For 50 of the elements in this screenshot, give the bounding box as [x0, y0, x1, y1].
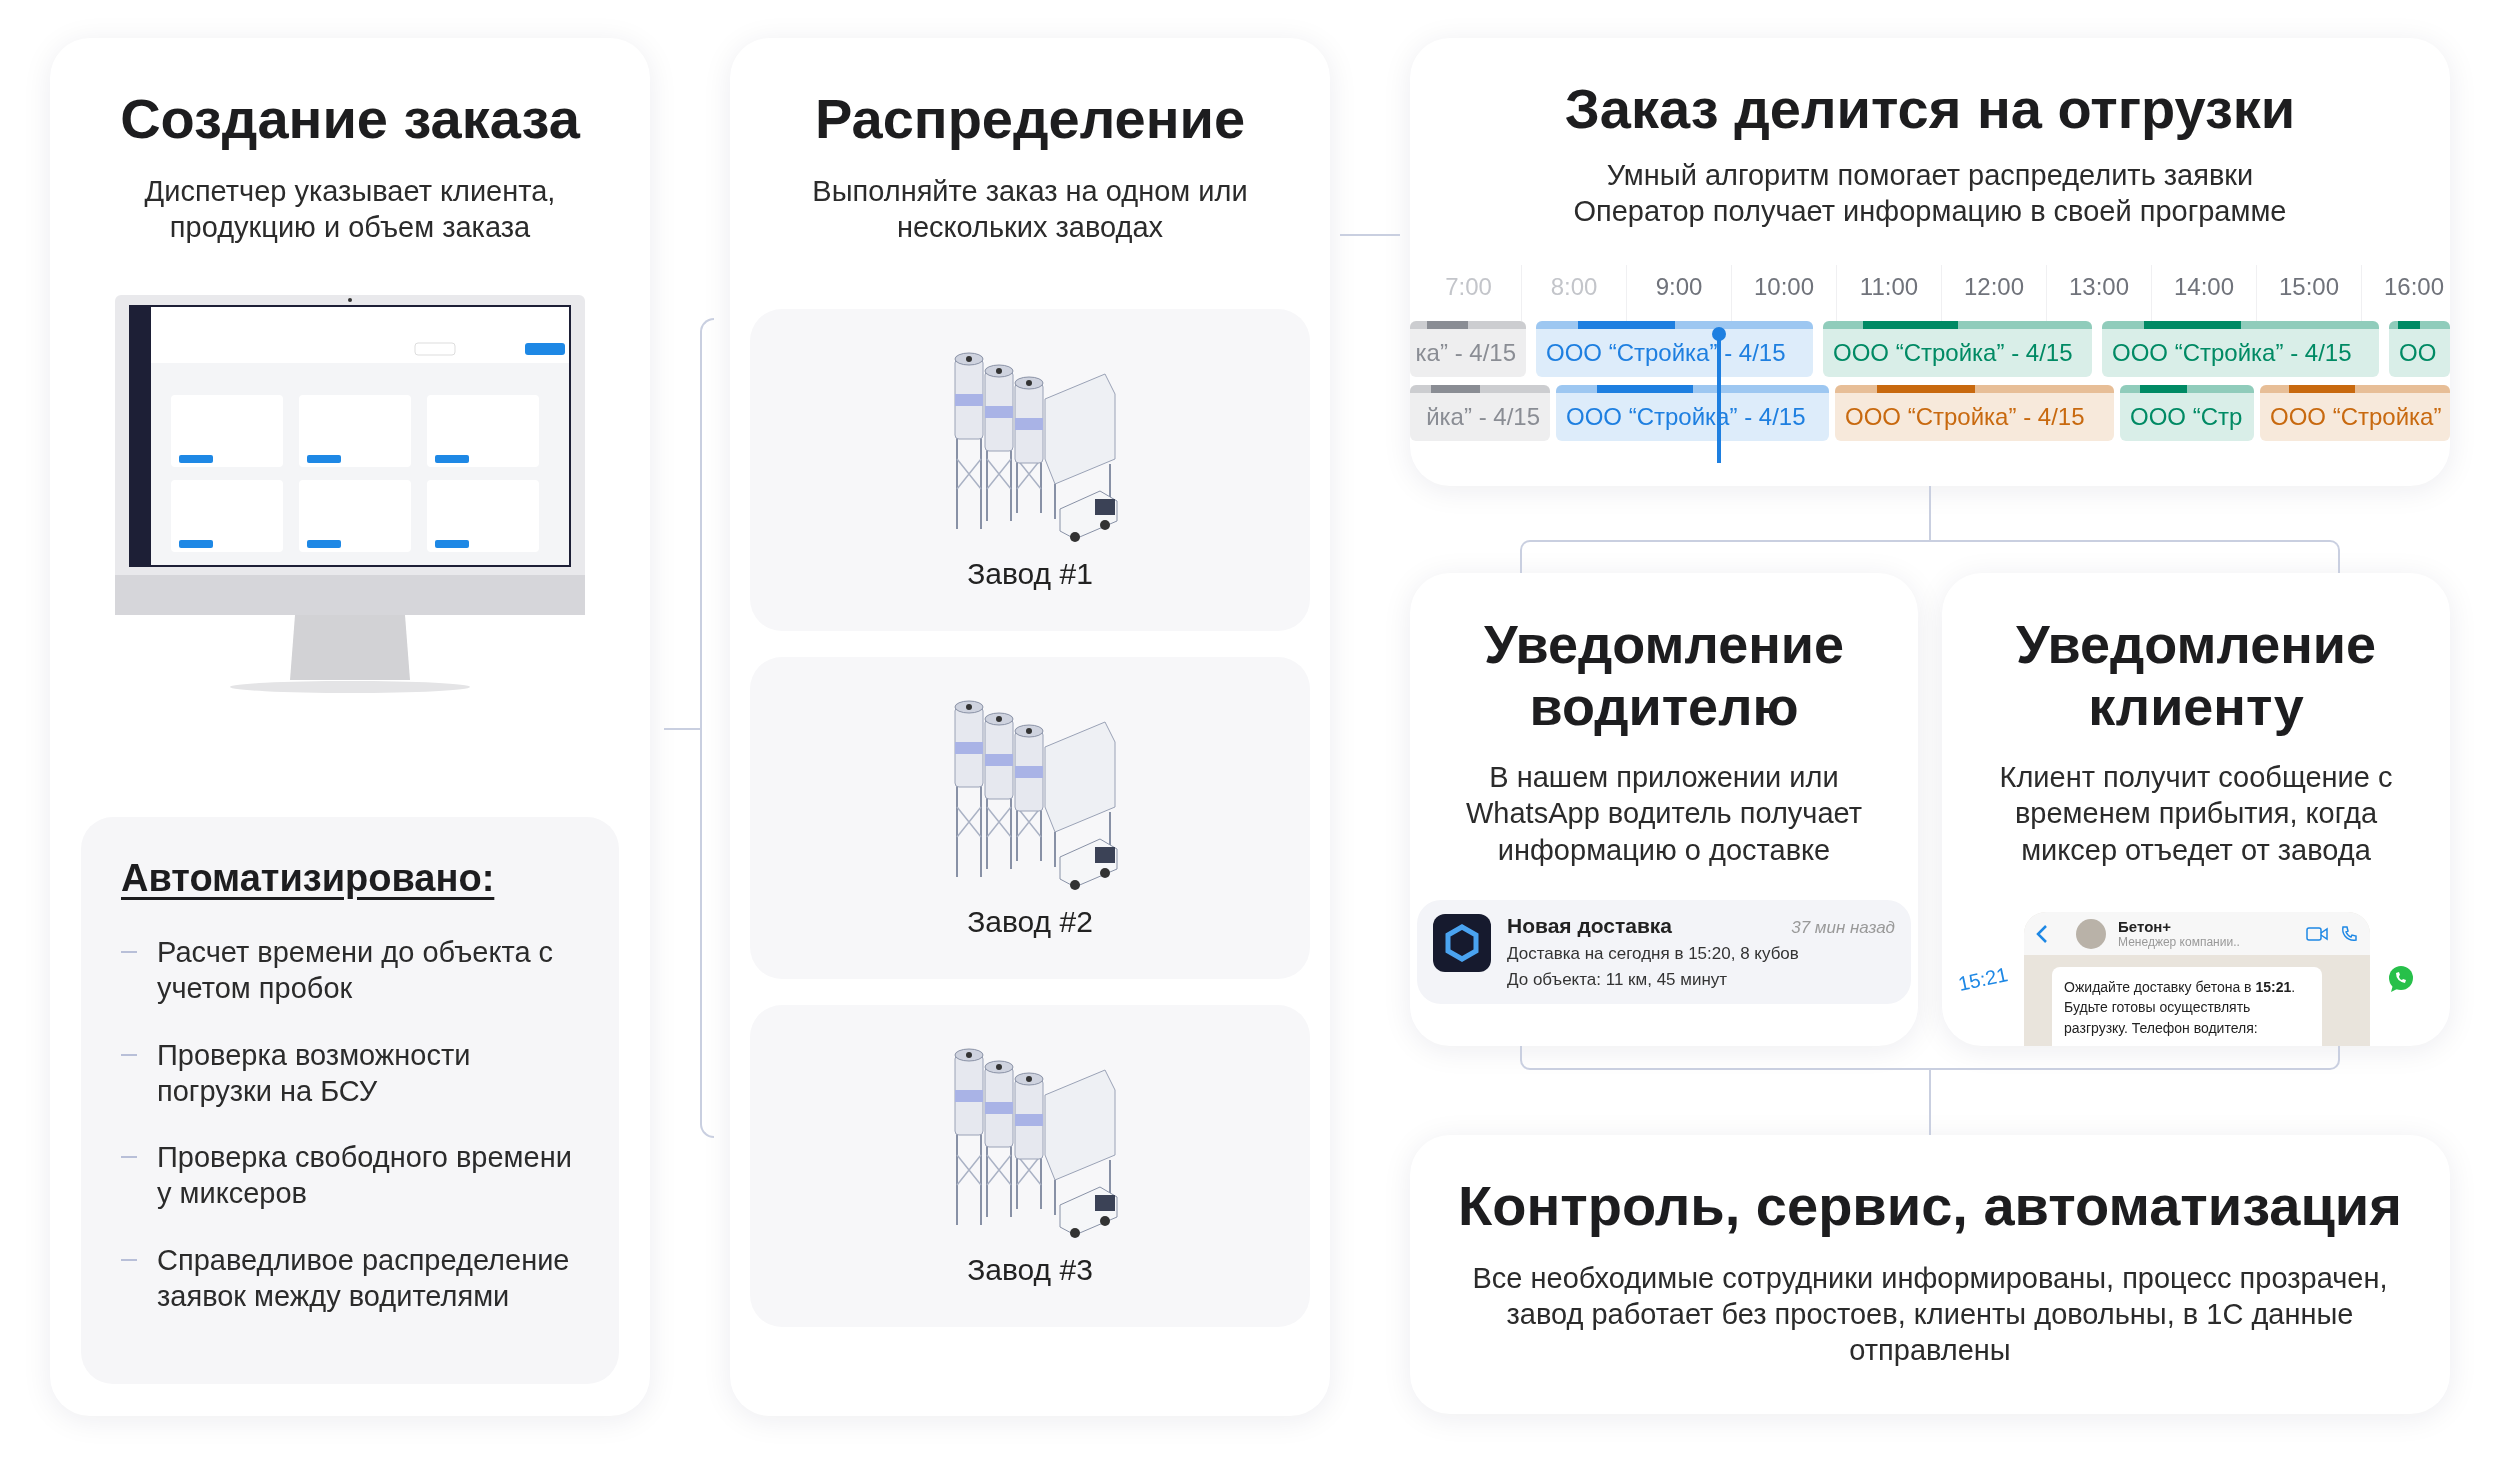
section-text: В нашем приложении или WhatsApp водитель получает информацию о доставке	[1464, 760, 1863, 868]
plant-label: Завод #1	[967, 557, 1093, 592]
list-item: Расчет времени до объекта с учетом пробок	[157, 935, 555, 1007]
section-subtitle: Умный алгоритм помогает распределить заявки	[1605, 157, 2255, 193]
connector-line	[1929, 486, 1931, 540]
contact-name: Бетон+	[2118, 918, 2173, 935]
section-title: Создание заказа	[120, 88, 580, 151]
plant-label: Завод #2	[967, 905, 1093, 940]
section-text: Клиент получит сообщение с временем прибытия, когда миксер отъедет от завода	[1998, 760, 2394, 868]
shipment-block[interactable]: ООО “Стр	[2120, 385, 2254, 442]
back-icon[interactable]	[2036, 923, 2049, 944]
section-subtitle: Выполняйте заказ на одном или нескольких заводах	[811, 173, 1249, 245]
connector-line	[1929, 1070, 1931, 1135]
hour-label: 7:00	[1444, 272, 1493, 303]
section-subtitle: Оператор получает информацию в своей программе	[1573, 193, 2287, 229]
shipment-block[interactable]: ООО “Стройка” - 4/15	[2102, 321, 2379, 378]
shipment-block[interactable]: ООО “Стройка” - 4/15	[1823, 321, 2092, 378]
chat-message: Ожидайте доставку бетона в 15:21. Будьте готовы осуществлять разгрузку. Телефон водителя:	[2052, 967, 2323, 1046]
list-item: Проверка возможности погрузки на БСУ	[157, 1037, 472, 1109]
shipment-block[interactable]: ООО “Стройка”	[2260, 385, 2450, 442]
section-title: Распределение	[814, 88, 1246, 151]
list-item: Проверка свободного времени у миксеров	[157, 1140, 573, 1212]
time-label: 15:21	[1956, 962, 2010, 996]
shipment-block[interactable]: йка” - 4/15	[1410, 385, 1550, 442]
section-title: Контроль, сервис, автоматизация	[1458, 1175, 2402, 1238]
shipment-block[interactable]: ка” - 4/15	[1410, 321, 1526, 378]
hour-label: 10:00	[1731, 265, 1836, 322]
panel-title: Автоматизировано:	[121, 857, 496, 900]
section-text: Все необходимые сотрудники информированы, процесс прозрачен, завод работает без простоев, клиенты довольны, в 1С данные отправлены	[1471, 1260, 2389, 1369]
notification-text: До объекта: 11 км, 45 минут	[1507, 970, 1729, 990]
contact-status: Менеджер компании..	[2118, 935, 2241, 949]
hour-label: 15:00	[2256, 265, 2361, 322]
notification-title: Новая доставка	[1507, 914, 1673, 938]
connector-line	[1340, 234, 1400, 236]
phone-icon[interactable]	[2340, 924, 2359, 943]
plant-label: Завод #3	[967, 1253, 1093, 1288]
section-title: Заказ делится на отгрузки	[1564, 78, 2296, 141]
avatar	[2076, 918, 2107, 949]
shipment-block[interactable]: ОО	[2389, 321, 2450, 378]
shipment-block[interactable]: ООО “Стройка” - 4/15	[1536, 321, 1813, 378]
list-item: Справедливое распределение заявок между водителями	[157, 1242, 571, 1314]
section-subtitle: Диспетчер указывает клиента, продукцию и объем заказа	[143, 173, 557, 245]
notification-time: 37 мин назад	[1791, 918, 1895, 938]
section-title: Уведомление клиенту	[2015, 613, 2377, 738]
section-title: Уведомление водителю	[1483, 613, 1845, 738]
app-icon	[1433, 914, 1491, 972]
shipment-block[interactable]: ООО “Стройка” - 4/15	[1835, 385, 2114, 442]
notification-text: Доставка на сегодня в 15:20, 8 кубов	[1507, 944, 1800, 964]
video-call-icon[interactable]	[2306, 926, 2329, 941]
connector-line	[664, 728, 700, 730]
